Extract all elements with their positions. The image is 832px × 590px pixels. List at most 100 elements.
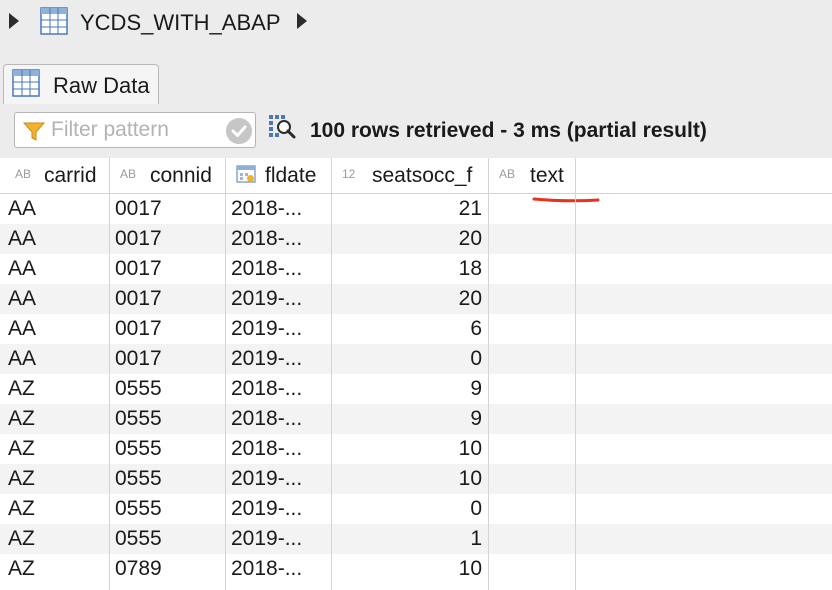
cell-fldate[interactable]: 2019-...	[226, 464, 331, 494]
cell-seatsocc-f[interactable]: 9	[332, 374, 488, 404]
cell-carrid[interactable]: AA	[0, 194, 109, 224]
cell-seatsocc-f[interactable]: 20	[332, 284, 488, 314]
column-divider	[109, 158, 110, 590]
expand-arrow-icon[interactable]	[9, 13, 19, 29]
cell-carrid[interactable]: AZ	[0, 494, 109, 524]
cell-carrid[interactable]: AA	[0, 314, 109, 344]
cell-carrid[interactable]: AZ	[0, 374, 109, 404]
next-arrow-icon[interactable]	[297, 13, 307, 29]
cell-fldate[interactable]: 2018-...	[226, 224, 331, 254]
cell-text[interactable]	[489, 404, 575, 434]
cell-carrid[interactable]: AZ	[0, 464, 109, 494]
cell-carrid[interactable]: AZ	[0, 524, 109, 554]
cell-text[interactable]	[489, 374, 575, 404]
tab-label: Raw Data	[53, 73, 150, 98]
cell-connid[interactable]: 0555	[110, 524, 225, 554]
cell-seatsocc-f[interactable]: 10	[332, 464, 488, 494]
cell-fldate[interactable]: 2018-...	[226, 404, 331, 434]
filter-input[interactable]	[51, 117, 221, 143]
cell-text[interactable]	[489, 344, 575, 374]
table-row[interactable]: AA 0017 2018-... 20	[0, 224, 832, 254]
cell-carrid[interactable]: AA	[0, 254, 109, 284]
cell-connid[interactable]: 0017	[110, 254, 225, 284]
column-header-seatsocc-f[interactable]: 12 seatsocc_f	[332, 158, 489, 193]
table-row[interactable]: AZ 0555 2019-... 10	[0, 464, 832, 494]
cell-fldate[interactable]: 2019-...	[226, 344, 331, 374]
cell-text[interactable]	[489, 194, 575, 224]
cell-text[interactable]	[489, 254, 575, 284]
cell-carrid[interactable]: AA	[0, 224, 109, 254]
column-header-connid[interactable]: AB connid	[110, 158, 226, 193]
cell-seatsocc-f[interactable]: 6	[332, 314, 488, 344]
cell-text[interactable]	[489, 284, 575, 314]
cell-connid[interactable]: 0017	[110, 224, 225, 254]
cell-seatsocc-f[interactable]: 21	[332, 194, 488, 224]
column-divider	[331, 158, 332, 590]
column-label: fldate	[265, 164, 317, 187]
cell-connid[interactable]: 0789	[110, 554, 225, 584]
table-row[interactable]: AA 0017 2018-... 21	[0, 194, 832, 224]
cell-connid[interactable]: 0017	[110, 314, 225, 344]
table-row[interactable]: AZ 0555 2019-... 0	[0, 494, 832, 524]
cell-connid[interactable]: 0017	[110, 194, 225, 224]
table-icon	[12, 69, 40, 97]
table-row[interactable]: AZ 0555 2018-... 9	[0, 374, 832, 404]
cell-fldate[interactable]: 2018-...	[226, 194, 331, 224]
table-row[interactable]: AZ 0555 2018-... 9	[0, 404, 832, 434]
table-row[interactable]: AZ 0789 2018-... 10	[0, 554, 832, 584]
cell-connid[interactable]: 0017	[110, 284, 225, 314]
cell-connid[interactable]: 0555	[110, 464, 225, 494]
cell-text[interactable]	[489, 494, 575, 524]
check-icon[interactable]	[226, 118, 252, 144]
table-row[interactable]: AZ 0555 2019-... 1	[0, 524, 832, 554]
cell-seatsocc-f[interactable]: 18	[332, 254, 488, 284]
cell-fldate[interactable]: 2018-...	[226, 374, 331, 404]
cell-carrid[interactable]: AZ	[0, 434, 109, 464]
cell-text[interactable]	[489, 224, 575, 254]
cell-seatsocc-f[interactable]: 9	[332, 404, 488, 434]
cell-carrid[interactable]: AZ	[0, 554, 109, 584]
string-type-icon: AB	[15, 167, 32, 181]
cell-fldate[interactable]: 2019-...	[226, 524, 331, 554]
calendar-icon	[236, 165, 256, 183]
cell-connid[interactable]: 0555	[110, 374, 225, 404]
cell-text[interactable]	[489, 434, 575, 464]
column-header-text[interactable]: AB text	[489, 158, 576, 193]
tab-raw-data[interactable]: Raw Data	[3, 64, 159, 104]
cell-fldate[interactable]: 2019-...	[226, 494, 331, 524]
column-label: carrid	[44, 164, 97, 187]
column-header-carrid[interactable]: AB carrid	[0, 158, 110, 193]
filter-box	[14, 112, 256, 148]
cell-seatsocc-f[interactable]: 0	[332, 344, 488, 374]
cell-text[interactable]	[489, 314, 575, 344]
cell-seatsocc-f[interactable]: 1	[332, 524, 488, 554]
cell-carrid[interactable]: AA	[0, 284, 109, 314]
cell-text[interactable]	[489, 464, 575, 494]
cell-fldate[interactable]: 2019-...	[226, 314, 331, 344]
cell-carrid[interactable]: AZ	[0, 404, 109, 434]
cell-seatsocc-f[interactable]: 0	[332, 494, 488, 524]
cell-fldate[interactable]: 2018-...	[226, 254, 331, 284]
cell-seatsocc-f[interactable]: 10	[332, 434, 488, 464]
cell-fldate[interactable]: 2018-...	[226, 434, 331, 464]
column-header-fldate[interactable]: fldate	[226, 158, 332, 193]
cell-fldate[interactable]: 2018-...	[226, 554, 331, 584]
string-type-icon: AB	[120, 167, 137, 181]
cell-text[interactable]	[489, 554, 575, 584]
cell-seatsocc-f[interactable]: 20	[332, 224, 488, 254]
cell-connid[interactable]: 0555	[110, 434, 225, 464]
cell-connid[interactable]: 0555	[110, 404, 225, 434]
table-row[interactable]: AA 0017 2019-... 6	[0, 314, 832, 344]
breadcrumb-table-name[interactable]: YCDS_WITH_ABAP	[80, 10, 281, 36]
table-row[interactable]: AA 0017 2019-... 20	[0, 284, 832, 314]
cell-fldate[interactable]: 2019-...	[226, 284, 331, 314]
column-label: text	[530, 164, 564, 187]
cell-connid[interactable]: 0555	[110, 494, 225, 524]
table-row[interactable]: AA 0017 2018-... 18	[0, 254, 832, 284]
table-row[interactable]: AZ 0555 2018-... 10	[0, 434, 832, 464]
cell-carrid[interactable]: AA	[0, 344, 109, 374]
table-row[interactable]: AA 0017 2019-... 0	[0, 344, 832, 374]
cell-connid[interactable]: 0017	[110, 344, 225, 374]
cell-seatsocc-f[interactable]: 10	[332, 554, 488, 584]
cell-text[interactable]	[489, 524, 575, 554]
